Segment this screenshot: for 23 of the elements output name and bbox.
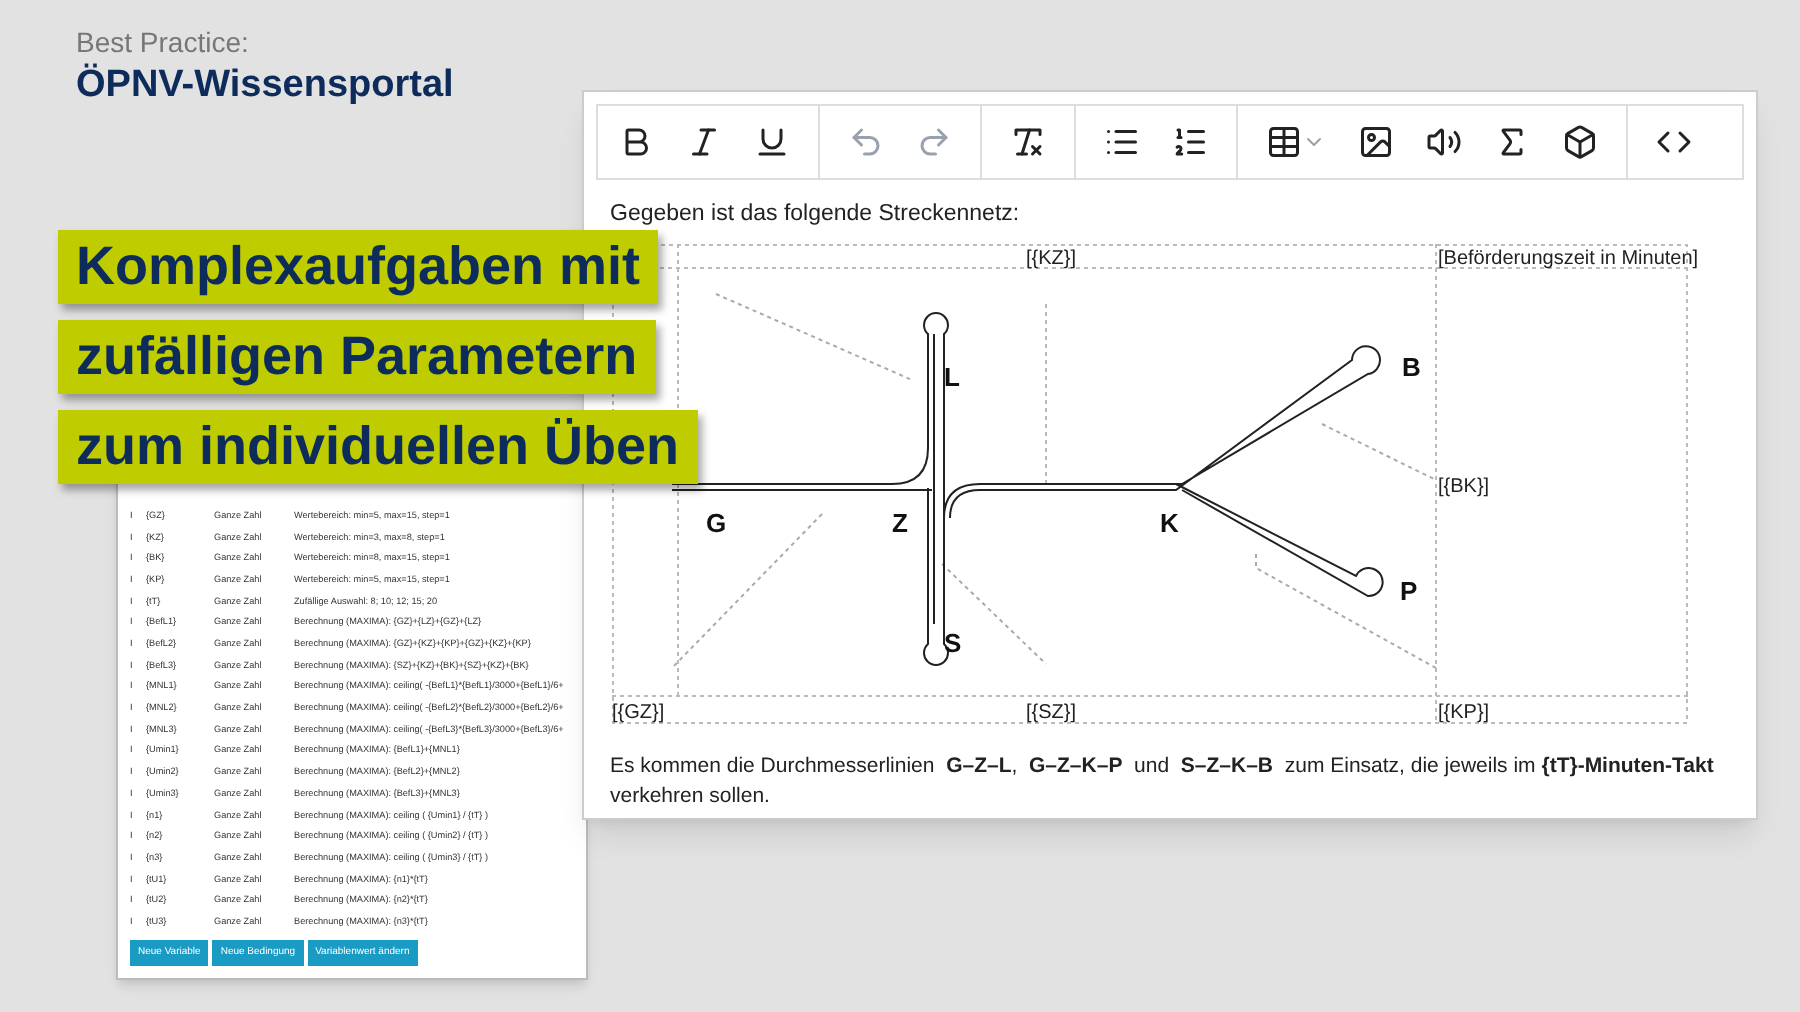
placeholder-label: [Beförderungszeit in Minuten] xyxy=(1438,246,1699,275)
placeholder-label: [{BK}] xyxy=(1438,474,1490,503)
station-label: Z xyxy=(892,506,908,543)
headline-banner: Komplexaufgaben mit xyxy=(58,230,659,304)
station-label: K xyxy=(1160,506,1179,543)
leader-line xyxy=(941,563,1047,666)
header-title: ÖPNV-Wissensportal xyxy=(76,61,454,109)
task-text: Es kommen die Durchmesserlinien G–Z–L, G–Z–K–P und S–Z–K–B zum Einsatz, die jeweils im {tT}-Minuten-Takt verkehren sollen. xyxy=(610,752,1716,811)
placeholder-label: [{KZ}] xyxy=(1026,246,1077,275)
placeholder-label: [{KP}] xyxy=(1438,700,1490,729)
headline-banner: zufälligen Parametern xyxy=(58,320,656,394)
placeholder-label: [{GZ}] xyxy=(612,700,665,729)
intro-text: Gegeben ist das folgende Streckennetz: xyxy=(610,200,1022,230)
table-icon[interactable] xyxy=(1266,124,1302,160)
station-label: P xyxy=(1400,574,1418,611)
station-label: S xyxy=(944,626,962,663)
station-label: B xyxy=(1402,350,1421,387)
placeholder-label: [{SZ}] xyxy=(1026,700,1077,729)
header-kicker: Best Practice: xyxy=(76,26,251,61)
station-label: L xyxy=(944,360,960,397)
leader-line xyxy=(1321,423,1437,482)
station-label: G xyxy=(706,506,727,543)
headline-banner: zum individuellen Üben xyxy=(58,410,698,484)
